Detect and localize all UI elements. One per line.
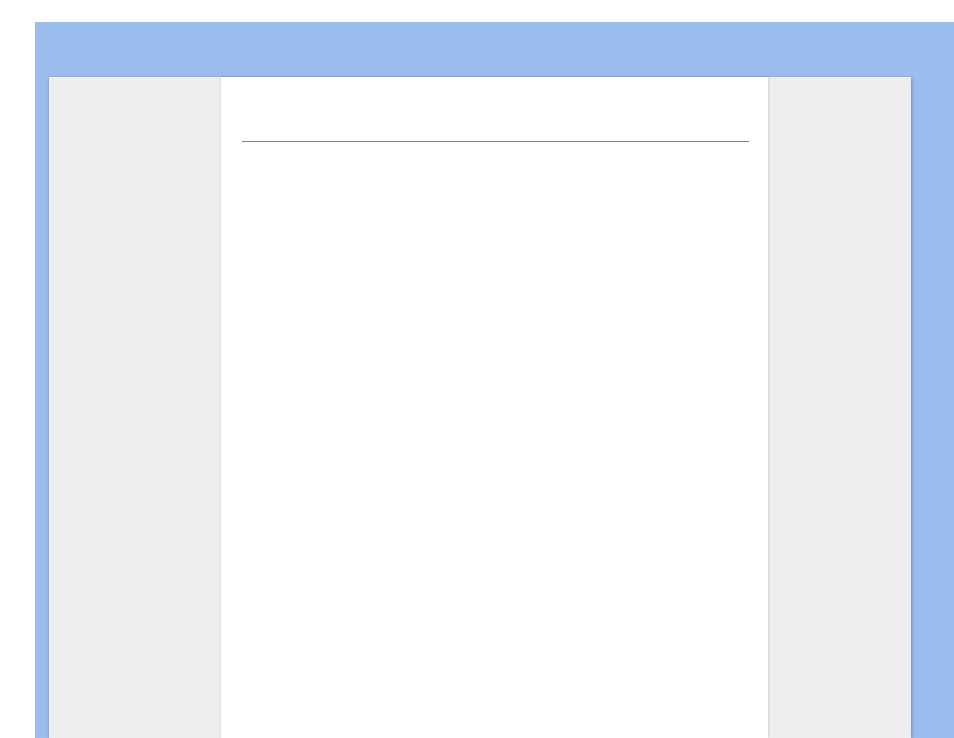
page-left-margin bbox=[49, 77, 221, 738]
application-frame bbox=[35, 22, 954, 738]
document-content-area[interactable] bbox=[221, 77, 768, 738]
horizontal-rule bbox=[242, 141, 749, 142]
page-right-margin bbox=[768, 77, 911, 738]
document-page bbox=[49, 77, 911, 738]
